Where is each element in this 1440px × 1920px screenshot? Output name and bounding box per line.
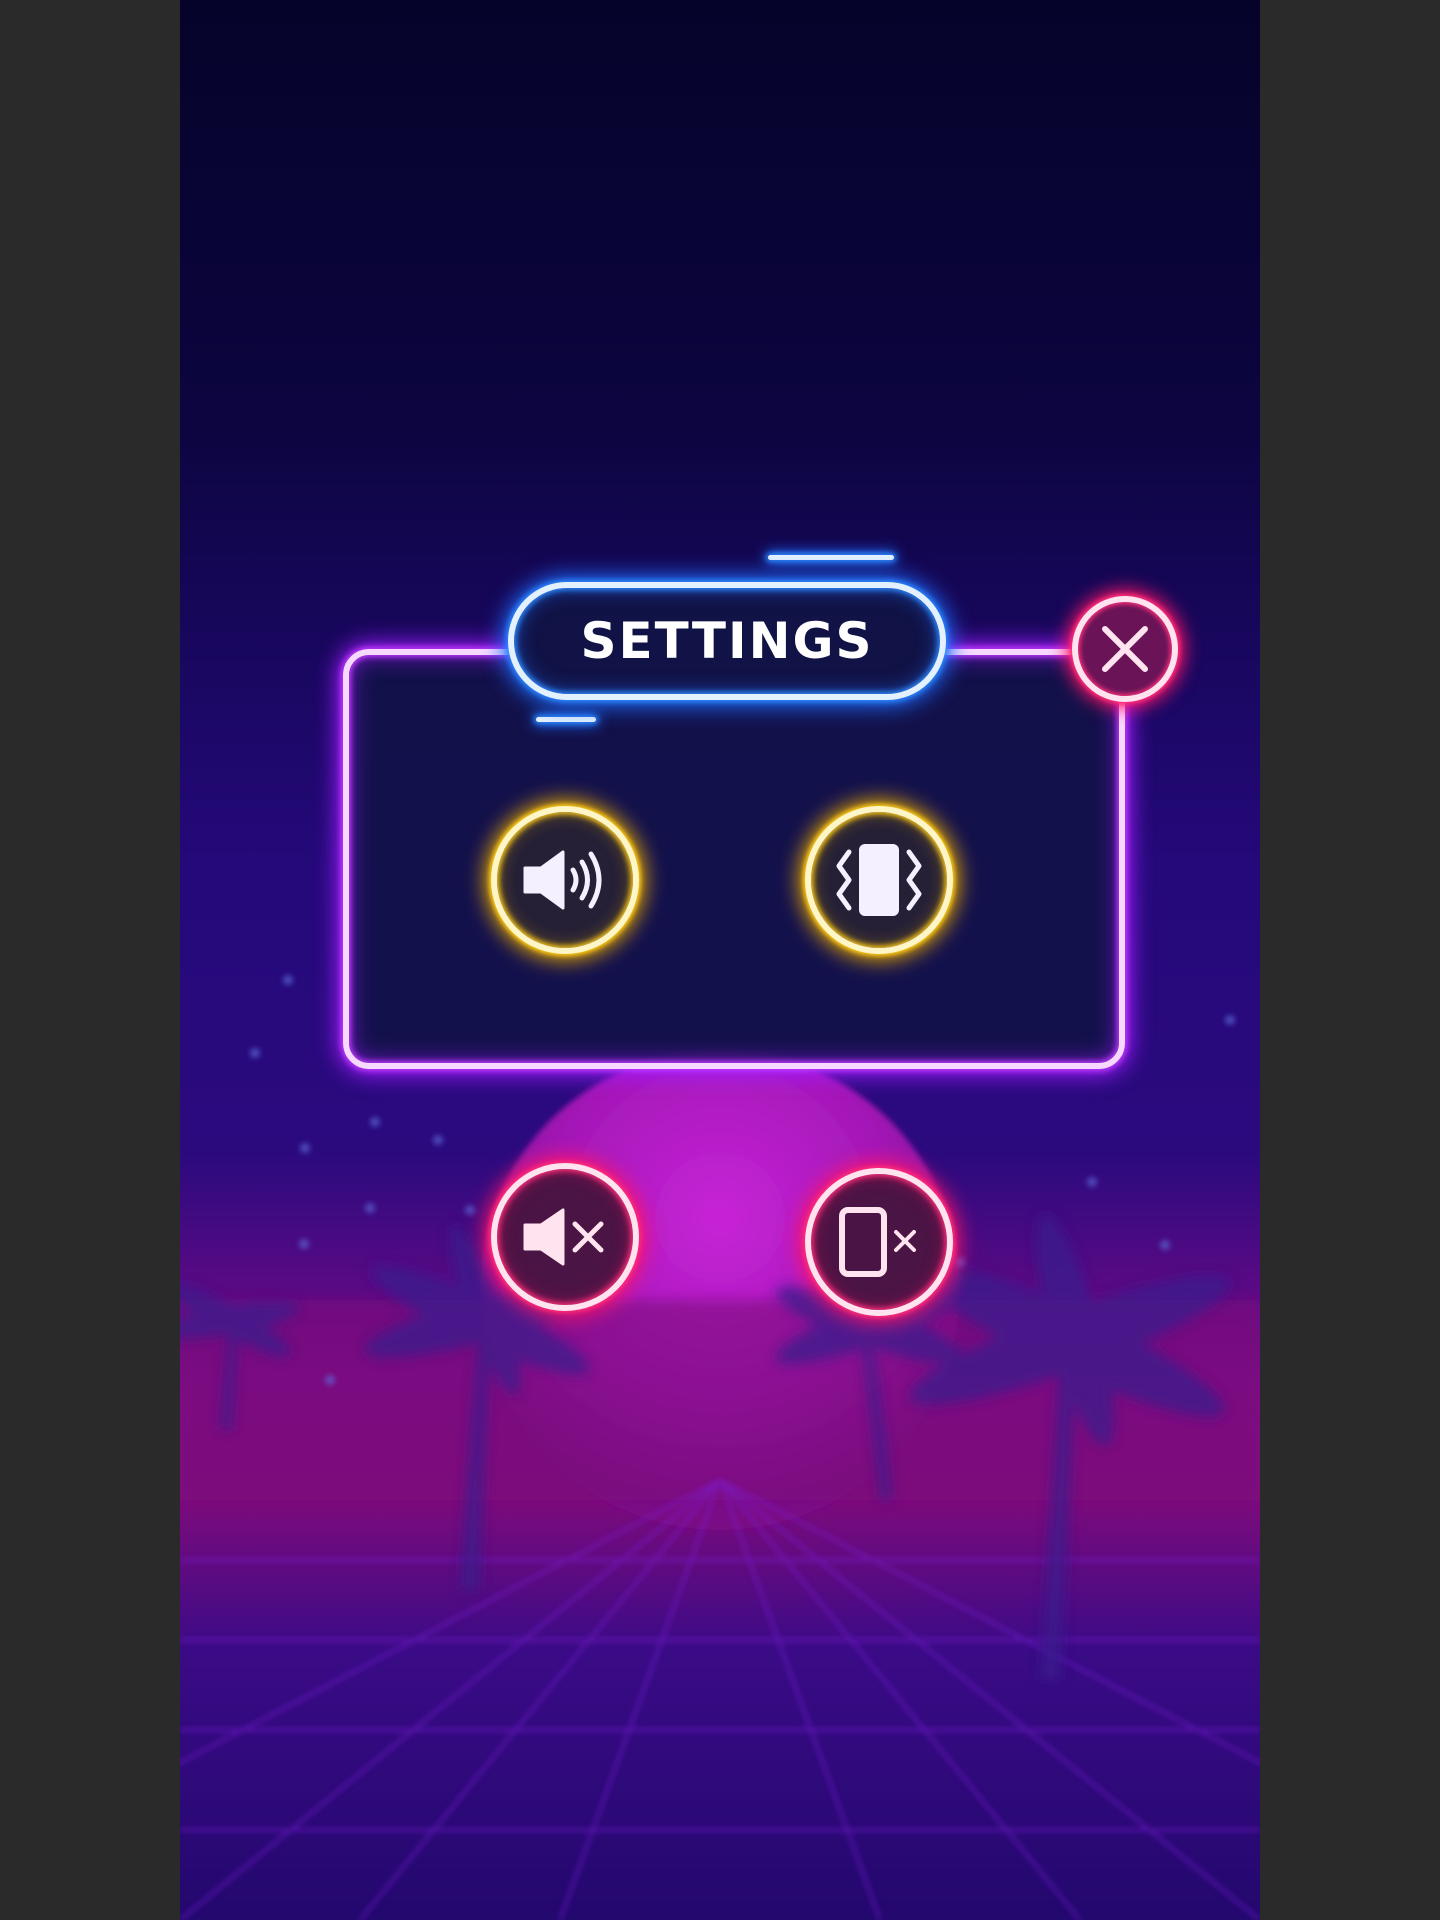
- vibration-on-button[interactable]: [805, 806, 953, 954]
- settings-title: SETTINGS: [580, 612, 874, 670]
- settings-title-badge: SETTINGS: [508, 582, 946, 700]
- phone-vibrate-off-icon: [834, 1206, 924, 1278]
- speaker-mute-icon: [519, 1204, 611, 1270]
- close-x-icon: [1097, 621, 1153, 677]
- decorative-dash-bottom: [536, 717, 596, 722]
- left-letterbox: [0, 0, 180, 1920]
- decorative-dash-top: [768, 555, 894, 560]
- sound-off-button[interactable]: [491, 1163, 639, 1311]
- speaker-volume-icon: [519, 844, 611, 916]
- phone-vibrate-icon: [831, 838, 927, 922]
- settings-panel: [343, 649, 1125, 1069]
- close-button[interactable]: [1072, 596, 1178, 702]
- sound-on-button[interactable]: [491, 806, 639, 954]
- vibration-off-button[interactable]: [805, 1168, 953, 1316]
- right-letterbox: [1260, 0, 1440, 1920]
- app-root: SETTINGS: [0, 0, 1440, 1920]
